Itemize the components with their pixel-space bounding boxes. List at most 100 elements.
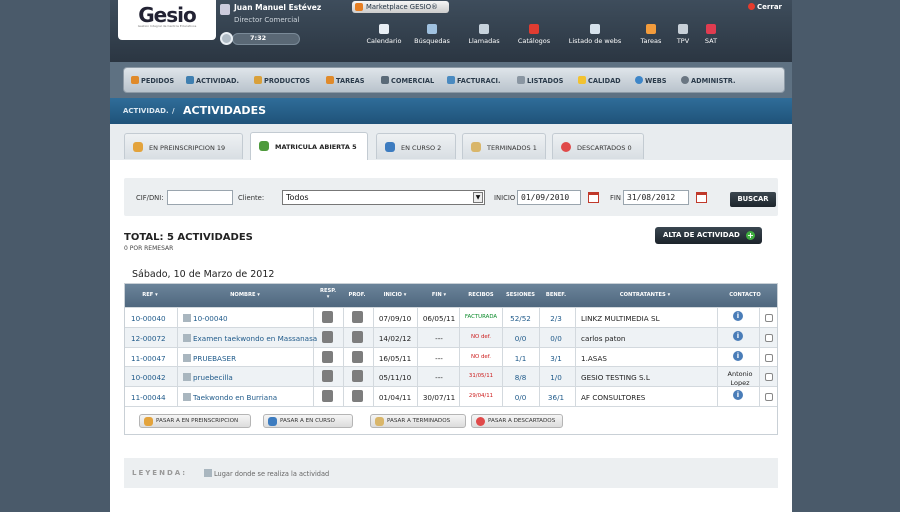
inicio-input[interactable]: 01/09/2010: [517, 190, 581, 205]
menu-calidad[interactable]: CALIDAD: [578, 76, 621, 85]
column-header-fin[interactable]: FIN ▾: [419, 292, 459, 298]
calendar-icon[interactable]: [588, 192, 599, 203]
menu-administracion[interactable]: ADMINISTR.: [681, 76, 736, 85]
cell-benef[interactable]: 2/3: [541, 314, 571, 323]
legend: LEYENDA: Lugar donde se realiza la activ…: [124, 458, 778, 488]
column-separator: [373, 347, 374, 367]
cell-inicio: 14/02/12: [375, 334, 415, 343]
table-row[interactable]: 12-00072 Examen taekwondo en Massanasa 14/…: [125, 326, 777, 347]
menu-tareas[interactable]: TAREAS: [326, 76, 365, 85]
add-activity-button[interactable]: ALTA DE ACTIVIDAD +: [655, 227, 762, 244]
shortcut-listado-webs[interactable]: Listado de webs: [566, 24, 624, 45]
row-checkbox[interactable]: [765, 314, 773, 322]
cell-benef[interactable]: 1/0: [541, 373, 571, 382]
info-icon[interactable]: i: [733, 311, 743, 321]
shortcut-llamadas[interactable]: Llamadas: [464, 24, 504, 45]
table-row[interactable]: 10-00040 10-00040 07/09/10 06/05/11 FACTURAD…: [125, 307, 777, 327]
calendar-icon[interactable]: [696, 192, 707, 203]
logout-button[interactable]: Cerrar: [748, 3, 782, 11]
fin-input[interactable]: 31/08/2012: [623, 190, 689, 205]
table-row[interactable]: 11-00044 Taekwondo en Burriana 01/04/11 30/…: [125, 386, 777, 406]
search-button[interactable]: BUSCAR: [730, 192, 776, 207]
tab-descartados[interactable]: DESCARTADOS 0: [552, 133, 644, 159]
basket-icon: [355, 3, 363, 11]
cell-ref[interactable]: 11-00044: [131, 393, 175, 402]
menu-webs[interactable]: WEBS: [635, 76, 667, 85]
responsible-avatar[interactable]: [322, 311, 333, 323]
stopwatch-icon: [220, 32, 233, 45]
row-checkbox[interactable]: [765, 393, 773, 402]
menu-pedidos[interactable]: PEDIDOS: [131, 76, 174, 85]
teacher-avatar[interactable]: [352, 311, 363, 323]
tab-matricula-abierta[interactable]: MATRICULA ABIERTA 5: [250, 132, 368, 160]
tab-preinscripcion[interactable]: EN PREINSCRIPCION 19: [124, 133, 243, 159]
shortcut-calendario[interactable]: Calendario: [364, 24, 404, 45]
column-header-nombre[interactable]: NOMBRE ▾: [185, 292, 305, 298]
menu-facturacion[interactable]: FACTURACI.: [447, 76, 501, 85]
info-icon[interactable]: i: [733, 330, 743, 341]
teacher-avatar[interactable]: [352, 350, 363, 363]
cell-sesiones[interactable]: 0/0: [503, 334, 538, 343]
cell-nombre[interactable]: PRUEBASER: [183, 353, 315, 363]
row-checkbox[interactable]: [765, 333, 773, 342]
logo[interactable]: Gesio Gestion Integral de Centros Educat…: [118, 0, 216, 40]
cell-ref[interactable]: 10-00040: [131, 314, 175, 323]
row-checkbox[interactable]: [765, 373, 773, 382]
cell-nombre[interactable]: pruebecilla: [183, 373, 315, 382]
cell-sesiones[interactable]: 0/0: [503, 393, 538, 402]
column-header-ref[interactable]: REF ▾: [131, 292, 169, 298]
cell-contratantes: AF CONSULTORES: [581, 393, 719, 402]
breadcrumb-parent[interactable]: ACTIVIDAD.: [123, 107, 169, 115]
menu-listados[interactable]: LISTADOS: [517, 76, 563, 85]
table-row[interactable]: 11-00047 PRUEBASER 16/05/11 --- NO def. 1/1 3/…: [125, 346, 777, 367]
row-checkbox[interactable]: [765, 353, 773, 362]
move-to-discarded-button[interactable]: PASAR A DESCARTADOS: [471, 413, 563, 428]
shortcut-tareas[interactable]: Tareas: [636, 24, 666, 45]
move-to-in-progress-button[interactable]: PASAR A EN CURSO: [263, 413, 353, 428]
teacher-avatar[interactable]: [352, 390, 363, 403]
responsible-avatar[interactable]: [322, 330, 333, 343]
shortcut-busquedas[interactable]: Búsquedas: [410, 24, 454, 45]
tab-en-curso[interactable]: EN CURSO 2: [376, 133, 456, 159]
responsible-avatar[interactable]: [322, 370, 333, 383]
shortcut-tpv[interactable]: TPV: [672, 24, 694, 45]
cif-input[interactable]: [167, 190, 233, 205]
shortcut-sat[interactable]: SAT: [700, 24, 722, 45]
teacher-avatar[interactable]: [352, 370, 363, 383]
menu-productos[interactable]: PRODUCTOS: [254, 76, 310, 85]
shortcut-catalogos[interactable]: Catálogos: [514, 24, 554, 45]
column-header-inicio[interactable]: INICIO ▾: [375, 292, 415, 298]
column-header-contratantes[interactable]: CONTRATANTES ▾: [595, 292, 695, 298]
cell-nombre[interactable]: Taekwondo en Burriana: [183, 393, 315, 402]
cell-benef[interactable]: 3/1: [541, 354, 571, 363]
responsible-avatar[interactable]: [322, 390, 333, 403]
menu-comercial[interactable]: COMERCIAL: [381, 76, 434, 85]
tab-terminados[interactable]: TERMINADOS 1: [462, 133, 546, 159]
move-to-preinscription-button[interactable]: PASAR A EN PREINSCRIPCION: [139, 413, 251, 428]
cell-ref[interactable]: 10-00042: [131, 373, 175, 382]
cell-ref[interactable]: 11-00047: [131, 354, 175, 363]
responsible-avatar[interactable]: [322, 350, 333, 363]
cell-nombre[interactable]: Examen taekwondo en Massanasa: [183, 333, 317, 343]
cell-nombre[interactable]: 10-00040: [183, 314, 315, 323]
menu-actividad[interactable]: ACTIVIDAD.: [186, 76, 239, 85]
info-icon[interactable]: i: [733, 350, 743, 361]
info-icon[interactable]: i: [733, 390, 743, 401]
finished-icon: [471, 142, 481, 152]
cell-sesiones[interactable]: 8/8: [503, 373, 538, 382]
table-row[interactable]: 10-00042 pruebecilla 05/11/10 --- 31/05/11 8/…: [125, 366, 777, 387]
cell-benef[interactable]: 0/0: [541, 334, 571, 343]
cell-sesiones[interactable]: 1/1: [503, 354, 538, 363]
teacher-avatar[interactable]: [352, 330, 363, 343]
column-separator: [539, 347, 540, 367]
column-header-resp[interactable]: RESP. ▾: [315, 288, 341, 300]
cliente-select[interactable]: Todos ▼: [282, 190, 485, 205]
cell-sesiones[interactable]: 52/52: [503, 314, 538, 323]
cell-text: 0/0: [514, 393, 527, 403]
move-to-finished-button[interactable]: PASAR A TERMINADOS: [370, 413, 466, 428]
cell-benef[interactable]: 36/1: [541, 393, 571, 402]
cell-ref[interactable]: 12-00072: [131, 334, 175, 343]
marketplace-button[interactable]: Marketplace GESIO®: [352, 1, 449, 13]
inicio-label: INICIO: [494, 194, 516, 202]
cell-contratantes: LINKZ MULTIMEDIA SL: [581, 314, 719, 323]
